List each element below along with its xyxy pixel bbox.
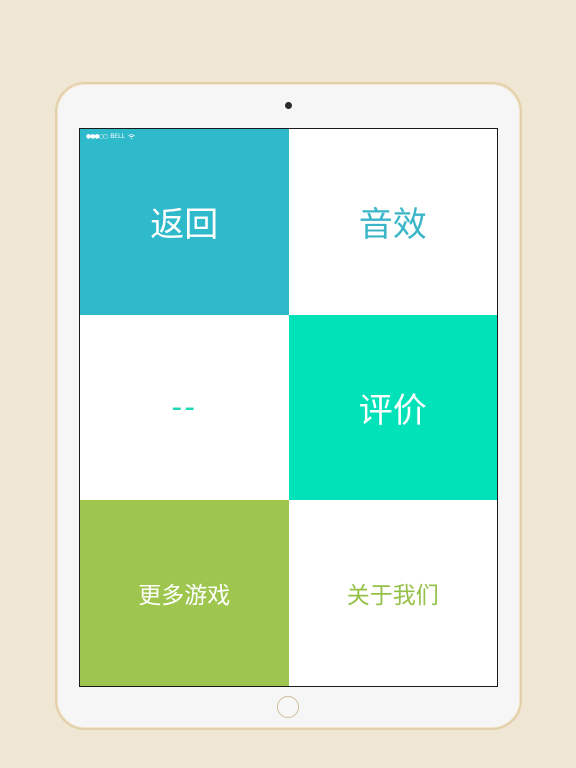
sound-toggle-button[interactable]: 音效 bbox=[288, 129, 497, 315]
app-screen: 返回 音效 -- 评价 更多游戏 关于我们 ●●●○○ BELL 4:21 bbox=[79, 128, 498, 687]
sound-label: 音效 bbox=[358, 205, 427, 246]
status-bar: ●●●○○ BELL 4:21 bbox=[80, 129, 497, 143]
status-time: 4:21 bbox=[477, 132, 491, 140]
dash-tile[interactable]: -- bbox=[80, 314, 289, 501]
rate-button[interactable]: 评价 bbox=[288, 314, 497, 501]
status-left: ●●●○○ BELL bbox=[86, 133, 135, 140]
tablet-frame: 返回 音效 -- 评价 更多游戏 关于我们 ●●●○○ BELL 4:21 bbox=[55, 82, 522, 730]
home-button[interactable] bbox=[277, 696, 299, 718]
menu-grid: 返回 音效 -- 评价 更多游戏 关于我们 bbox=[80, 129, 497, 686]
dash-label: -- bbox=[171, 389, 198, 425]
carrier-name: BELL bbox=[110, 132, 125, 140]
more-games-label: 更多游戏 bbox=[138, 583, 231, 610]
signal-icon: ●●●○○ bbox=[86, 132, 108, 140]
back-label: 返回 bbox=[150, 205, 219, 246]
about-us-button[interactable]: 关于我们 bbox=[288, 500, 497, 686]
camera-icon bbox=[285, 102, 292, 109]
back-button[interactable]: 返回 bbox=[80, 129, 289, 315]
more-games-button[interactable]: 更多游戏 bbox=[80, 500, 289, 686]
about-label: 关于我们 bbox=[346, 583, 439, 610]
rate-label: 评价 bbox=[358, 390, 427, 431]
wifi-icon bbox=[128, 133, 135, 139]
